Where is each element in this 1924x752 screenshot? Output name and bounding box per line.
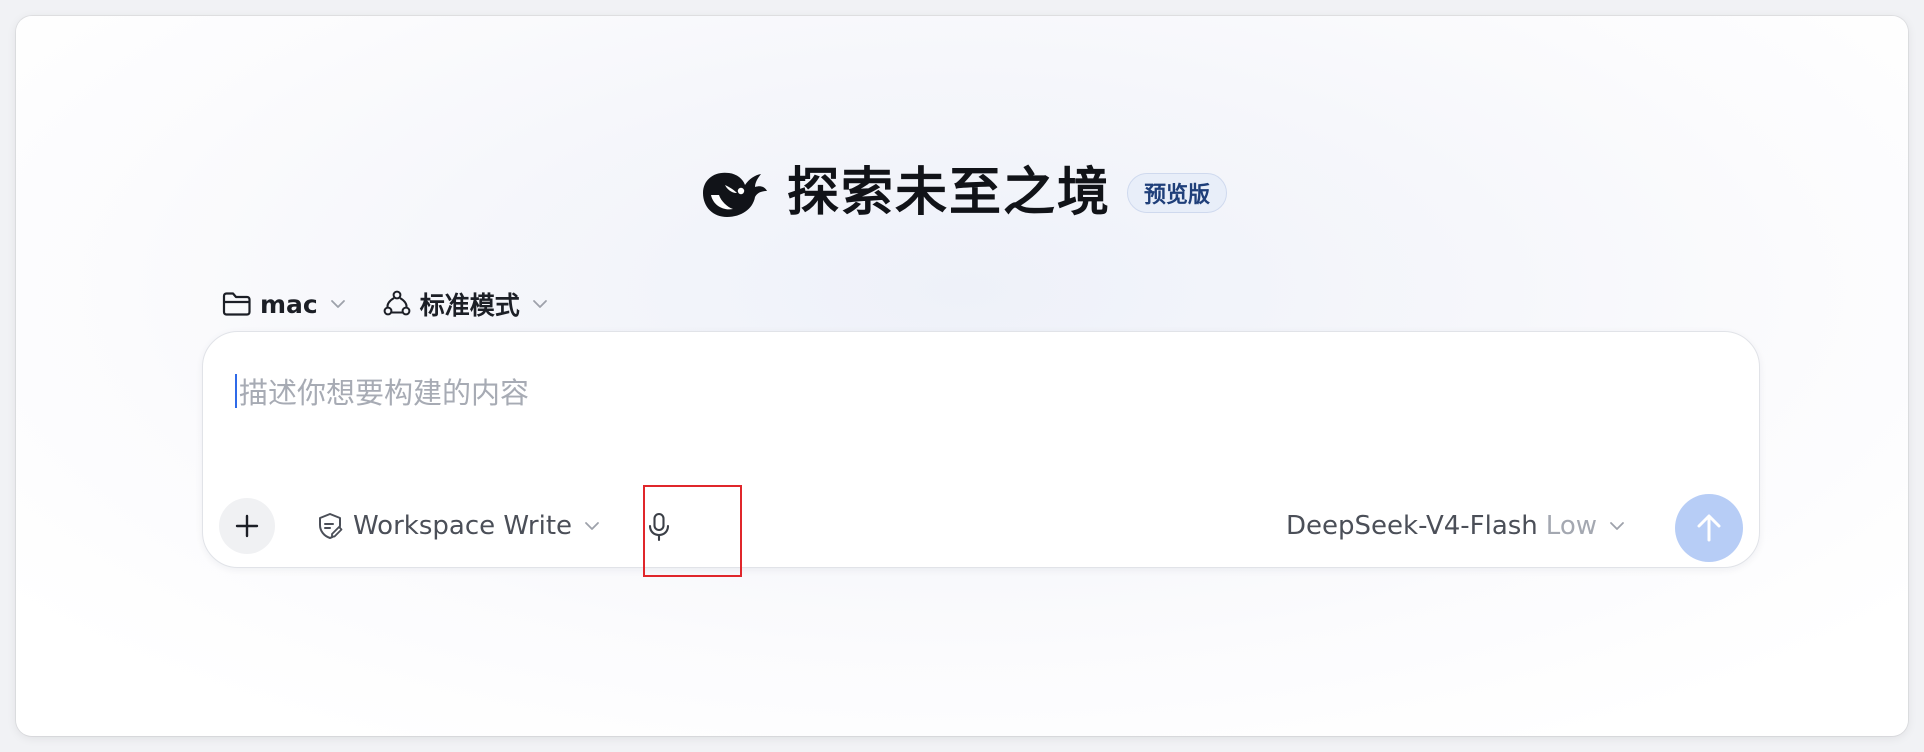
permission-selector[interactable]: Workspace Write bbox=[315, 505, 600, 547]
context-selectors: mac 标准模式 bbox=[222, 284, 548, 324]
app-window: 探索未至之境 预览版 mac 标准模式 描述你想要构建的内容 Workspace… bbox=[16, 16, 1908, 736]
shield-edit-icon bbox=[319, 513, 343, 539]
chevron-down-icon bbox=[1610, 522, 1624, 530]
chevron-down-icon bbox=[585, 522, 599, 530]
add-attachment-button[interactable] bbox=[219, 498, 275, 554]
prompt-input[interactable]: 描述你想要构建的内容 bbox=[235, 366, 1725, 416]
prompt-placeholder: 描述你想要构建的内容 bbox=[239, 376, 530, 410]
mode-nodes-icon bbox=[383, 290, 411, 316]
preview-badge: 预览版 bbox=[1127, 173, 1228, 213]
mode-selector-label: 标准模式 bbox=[419, 291, 520, 320]
page-title: 探索未至之境 bbox=[786, 163, 1111, 223]
plus-icon bbox=[235, 514, 259, 538]
arrow-up-icon bbox=[1697, 514, 1721, 542]
microphone-icon bbox=[648, 512, 670, 542]
chevron-down-icon bbox=[330, 300, 345, 308]
hero-header: 探索未至之境 预览版 bbox=[16, 148, 1908, 238]
model-name: DeepSeek-V4-Flash bbox=[1286, 511, 1538, 541]
mode-selector[interactable]: 标准模式 bbox=[382, 286, 548, 322]
folder-selector-label: mac bbox=[260, 289, 318, 319]
permission-label: Workspace Write bbox=[353, 511, 573, 541]
folder-selector[interactable]: mac bbox=[222, 290, 346, 319]
model-level: Low bbox=[1545, 511, 1597, 541]
text-caret bbox=[235, 374, 237, 408]
send-button[interactable] bbox=[1675, 494, 1743, 562]
composer-toolbar: Workspace Write DeepSeek-V4-Flash Low bbox=[219, 494, 1743, 563]
folder-icon bbox=[222, 292, 251, 316]
whale-logo-icon bbox=[702, 172, 767, 217]
voice-input-button[interactable] bbox=[631, 499, 687, 555]
prompt-composer: 描述你想要构建的内容 Workspace Write DeepSeek-V4-F… bbox=[202, 331, 1760, 568]
chevron-down-icon bbox=[532, 300, 547, 308]
model-selector[interactable]: DeepSeek-V4-Flash Low bbox=[1286, 505, 1625, 547]
